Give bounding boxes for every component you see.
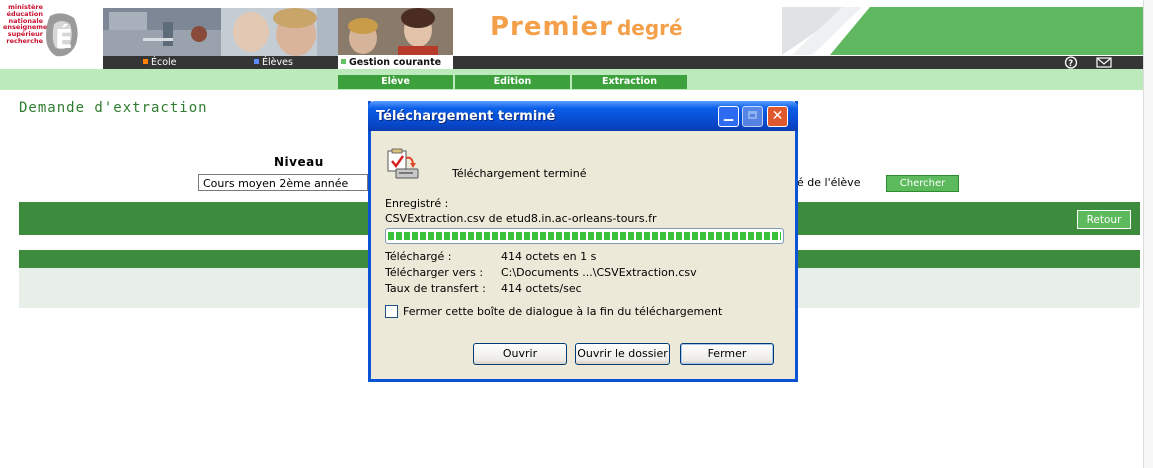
green-square-icon — [341, 59, 346, 64]
nav-tab-ecole[interactable]: École — [143, 56, 203, 69]
nav-tab-gestion-courante[interactable]: Gestion courante — [338, 55, 453, 69]
close-icon: ✕ — [771, 108, 784, 124]
logo-text-line: recherche — [6, 36, 43, 45]
transfer-rate-value: 414 octets/sec — [501, 282, 582, 295]
close-on-finish-checkbox[interactable] — [385, 305, 398, 318]
minimize-icon: ▁ — [723, 107, 734, 121]
ministry-logo: ministère éducation nationale enseigneme… — [0, 0, 103, 68]
marianne-logo-mark: É — [46, 13, 78, 57]
download-to-value: C:\Documents ...\CSVExtraction.csv — [501, 266, 697, 279]
sub-tab-edition[interactable]: Edition — [455, 75, 570, 89]
open-button[interactable]: Ouvrir — [473, 343, 567, 365]
saved-file-source: CSVExtraction.csv de etud8.in.ac-orleans… — [385, 212, 657, 225]
chercher-button[interactable]: Chercher — [886, 175, 959, 192]
mail-icon[interactable] — [1095, 56, 1113, 69]
nav-tab-label: École — [151, 57, 177, 68]
download-to-label: Télécharger vers : — [385, 266, 484, 279]
eleve-label: é de l'élève — [797, 176, 861, 189]
maximize-icon — [748, 111, 757, 119]
svg-text:É: É — [55, 23, 73, 55]
nav-tab-eleves[interactable]: Élèves — [254, 56, 324, 69]
nav-tab-label: Gestion courante — [349, 57, 442, 68]
banner-photo-school-yard — [103, 8, 221, 56]
banner-title: Premier degré — [490, 12, 683, 42]
download-complete-icon — [387, 148, 419, 179]
progress-fill — [388, 232, 781, 240]
banner-photo-children — [221, 8, 338, 56]
downloaded-value: 414 octets en 1 s — [501, 250, 597, 263]
minimize-button[interactable]: ▁ — [718, 106, 739, 127]
retour-button[interactable]: Retour — [1077, 210, 1131, 229]
close-window-button[interactable]: ✕ — [767, 106, 788, 127]
sub-tab-eleve[interactable]: Elève — [338, 75, 453, 89]
blue-square-icon — [254, 59, 259, 64]
page-scrollbar[interactable] — [1143, 0, 1153, 468]
banner-photo-teacher — [338, 8, 453, 56]
svg-text:?: ? — [1068, 59, 1073, 69]
transfer-rate-label: Taux de transfert : — [385, 282, 486, 295]
nav-tab-label: Élèves — [262, 57, 293, 68]
close-button[interactable]: Fermer — [680, 343, 774, 365]
dialog-title: Téléchargement terminé — [376, 109, 556, 124]
help-icon[interactable]: ? — [1063, 56, 1079, 69]
maximize-button — [742, 106, 763, 127]
banner-title-sub: degré — [616, 16, 683, 40]
banner-title-main: Premier — [490, 12, 613, 42]
sub-tab-extraction[interactable]: Extraction — [572, 75, 687, 89]
orange-square-icon — [143, 59, 148, 64]
page-title: Demande d'extraction — [19, 100, 208, 116]
open-folder-button[interactable]: Ouvrir le dossier — [575, 343, 670, 365]
niveau-label: Niveau — [274, 155, 324, 169]
saved-label: Enregistré : — [385, 197, 449, 210]
download-progress-bar — [385, 228, 784, 244]
close-on-finish-label[interactable]: Fermer cette boîte de dialogue à la fin … — [403, 305, 722, 318]
download-heading: Téléchargement terminé — [452, 167, 587, 180]
banner-decoration — [782, 7, 1143, 55]
niveau-select[interactable]: Cours moyen 2ème année — [198, 174, 368, 191]
downloaded-label: Téléchargé : — [385, 250, 452, 263]
